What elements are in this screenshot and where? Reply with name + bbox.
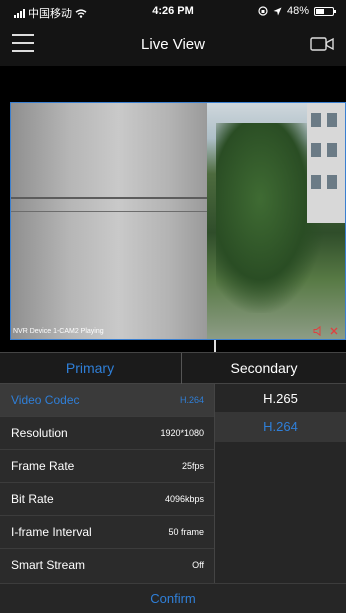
confirm-button[interactable]: Confirm [0,583,346,613]
tab-primary[interactable]: Primary [0,353,180,384]
setting-value: H.264 [179,395,204,405]
settings-list: Video Codec H.264 Resolution 1920*1080 F… [0,384,214,583]
video-divider [0,340,346,352]
setting-label: Bit Rate [11,492,54,506]
status-right: 48% [258,5,336,17]
setting-label: I-frame Interval [11,525,92,539]
setting-value: 50 frame [168,527,204,537]
tab-secondary[interactable]: Secondary [181,353,346,384]
setting-iframe-interval[interactable]: I-frame Interval 50 frame [0,516,214,549]
divider-tick [214,340,216,352]
setting-value: Off [192,560,204,570]
codec-options: H.265 H.264 [214,384,346,583]
setting-smart-stream[interactable]: Smart Stream Off [0,549,214,582]
location-icon [273,7,282,15]
live-video-player[interactable]: NVR Device 1-CAM2 Playing [10,102,346,340]
video-building [307,103,345,223]
setting-label: Video Codec [11,393,80,407]
setting-resolution[interactable]: Resolution 1920*1080 [0,417,214,450]
speaker-icon[interactable] [313,326,323,336]
video-caption: NVR Device 1-CAM2 Playing [13,328,104,335]
setting-video-codec[interactable]: Video Codec H.264 [0,384,214,417]
orientation-lock-icon [258,6,268,16]
battery-percent: 48% [286,5,309,17]
battery-icon [314,6,336,16]
setting-label: Smart Stream [11,558,86,572]
setting-bit-rate[interactable]: Bit Rate 4096kbps [0,483,214,516]
video-camera-icon[interactable] [310,36,334,52]
setting-value: 25fps [181,461,204,471]
setting-value: 1920*1080 [160,428,204,438]
setting-frame-rate[interactable]: Frame Rate 25fps [0,450,214,483]
setting-value: 4096kbps [164,494,204,504]
setting-label: Frame Rate [11,459,75,473]
status-bar: 中国移动 4:26 PM 48% [0,0,346,22]
video-frame-left [11,103,207,339]
setting-label: Resolution [11,426,68,440]
nav-bar: Live View [0,22,346,66]
option-h265[interactable]: H.265 [215,384,346,414]
close-video-icon[interactable] [329,326,339,336]
page-title: Live View [141,36,205,53]
battery-fill [316,8,324,14]
video-top-band [0,66,346,102]
stream-tabs: Primary Secondary [0,352,346,384]
option-h264[interactable]: H.264 [215,412,346,442]
